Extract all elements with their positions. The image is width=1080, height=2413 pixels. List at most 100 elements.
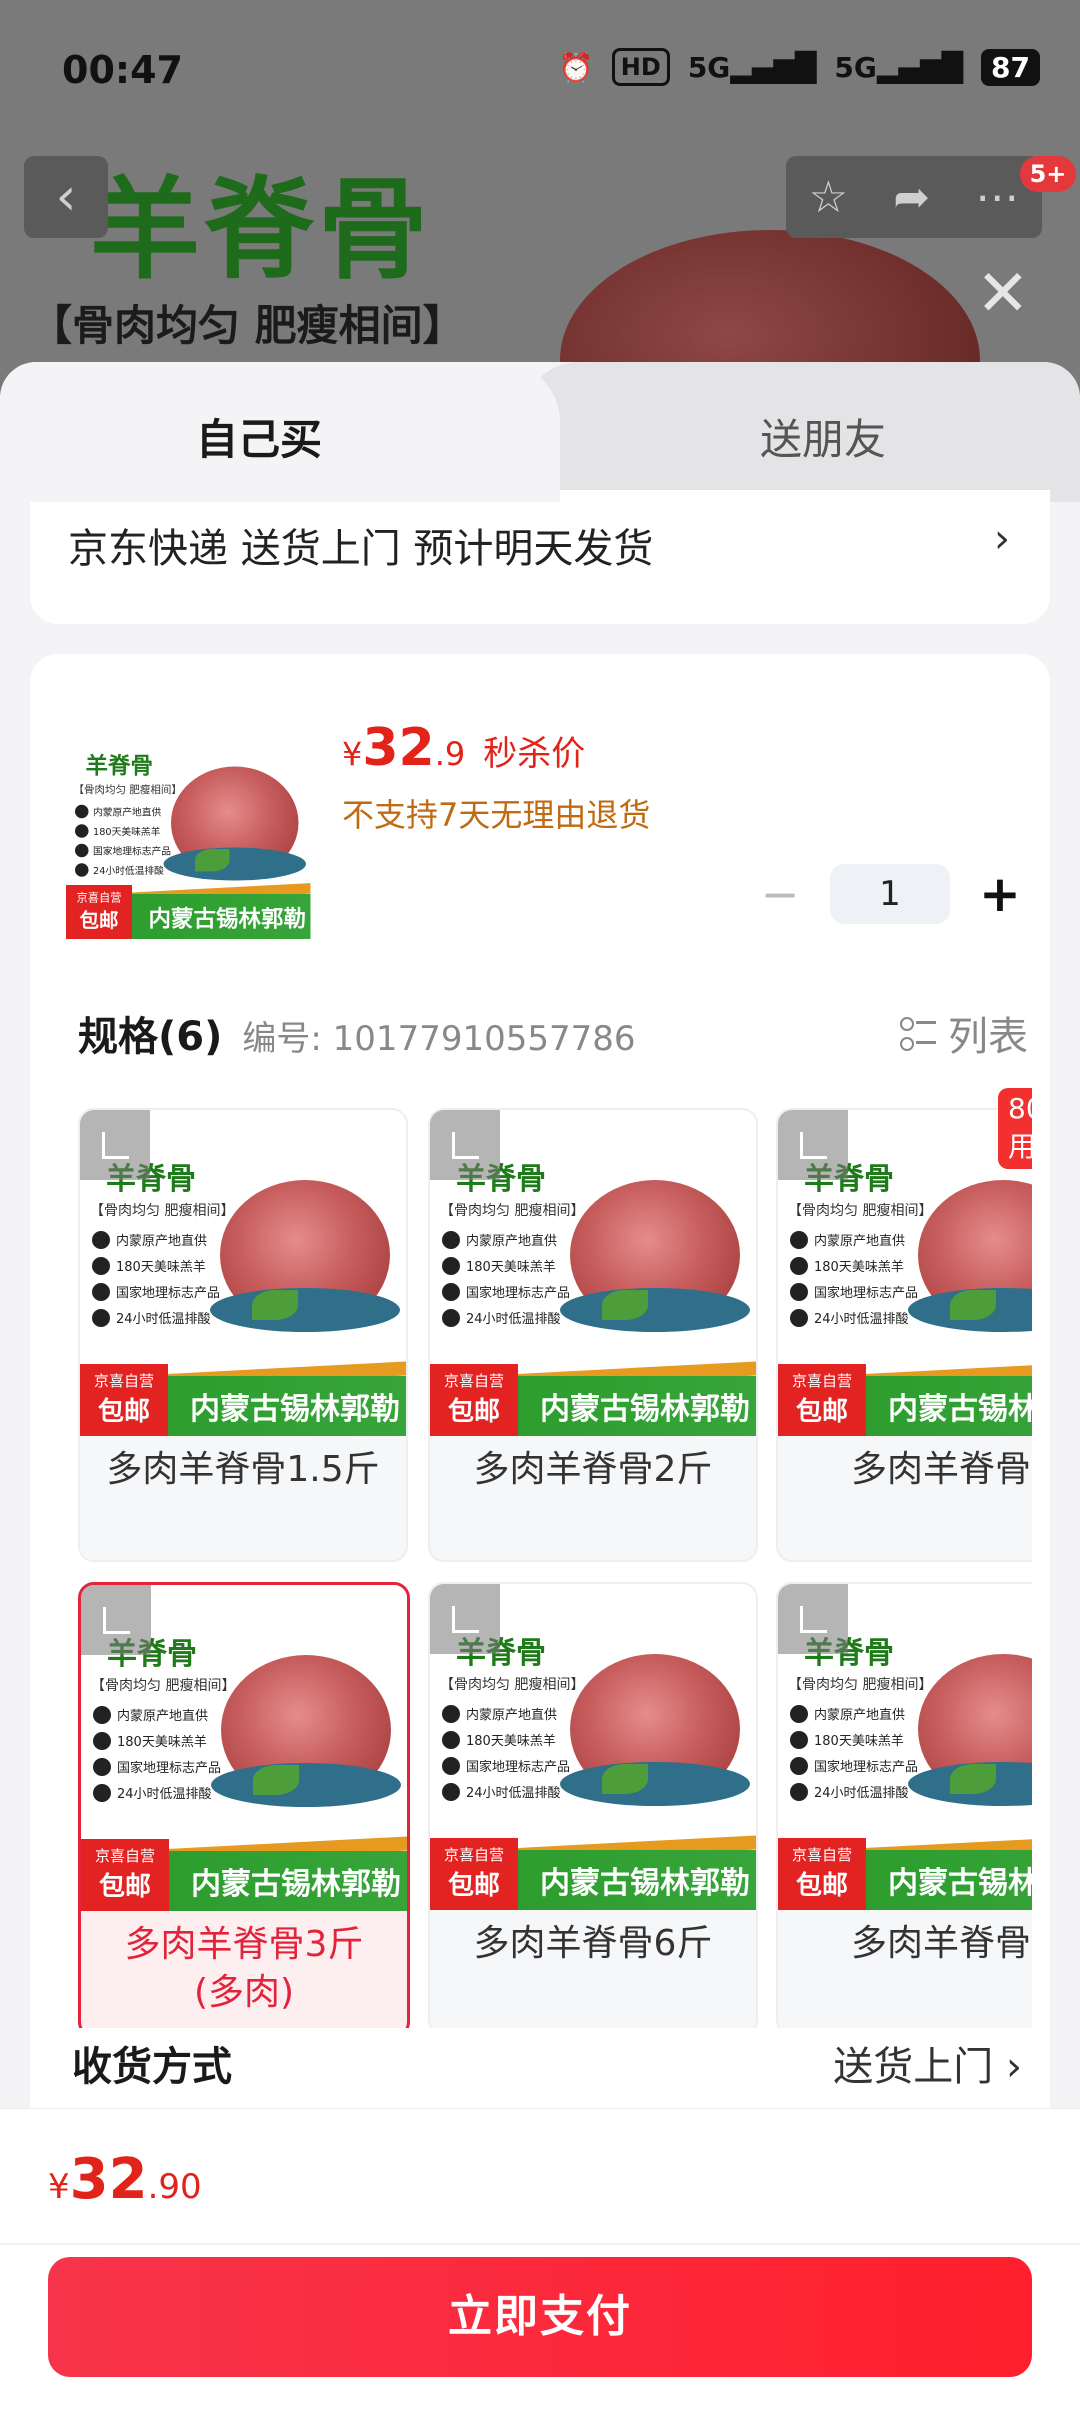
shipping-text: 京东快递 送货上门 预计明天发货 xyxy=(68,526,654,572)
thumb-feature-text: 24小时低温排酸 xyxy=(93,865,164,877)
jingxi-badge: 京喜自营 包邮 xyxy=(430,1364,518,1436)
image-origin: 内蒙古锡林郭勒 xyxy=(888,1392,1032,1427)
image-feature-text: 内蒙原产地直供 xyxy=(116,1234,208,1249)
minus-button[interactable]: − xyxy=(750,867,810,921)
spec-option[interactable]: 羊脊骨 【骨肉均匀 肥瘦相间】 内蒙原产地直供 180天美味羔羊 国家地理标志产… xyxy=(78,1108,408,1562)
image-feature-text: 24小时低温排酸 xyxy=(116,1312,211,1327)
back-button[interactable]: ‹ xyxy=(24,156,108,238)
sheep-icon xyxy=(790,1730,808,1749)
product-image: 羊脊骨 【骨肉均匀 肥瘦相间】 内蒙原产地直供 180天美味羔羊 国家地理标志产… xyxy=(430,1110,756,1436)
notification-badge: 5+ xyxy=(1020,156,1076,192)
signal-5g-icon: 5G▂▄▆█ xyxy=(687,50,817,84)
thermometer-icon xyxy=(790,1782,808,1801)
jingxi-badge-top: 京喜自营 xyxy=(443,1372,504,1390)
price-decimal: .9 xyxy=(434,735,466,773)
spec-option-label: 多肉羊脊骨1.5斤 xyxy=(106,1449,380,1490)
product-image: 羊脊骨 【骨肉均匀 肥瘦相间】 内蒙原产地直供 180天美味羔羊 国家地理标志产… xyxy=(430,1584,756,1910)
price-integer: 32 xyxy=(362,718,435,778)
more-icon[interactable]: ⋯ xyxy=(975,172,1019,223)
thumb-subtitle: 【骨肉均匀 肥瘦相间】 xyxy=(73,783,182,796)
spec-option[interactable]: 羊脊骨 【骨肉均匀 肥瘦相间】 内蒙原产地直供 180天美味羔羊 国家地理标志产… xyxy=(78,1582,410,2028)
chevron-right-icon: › xyxy=(994,516,1010,562)
spec-option-label: 多肉羊脊骨6斤 xyxy=(473,1923,713,1964)
image-feature: 国家地理标志产品 xyxy=(790,1756,918,1775)
price-row: ¥32.9 秒杀价 xyxy=(342,718,585,778)
thermometer-icon xyxy=(442,1308,460,1327)
product-thumbnail[interactable]: 羊脊骨 【骨肉均匀 肥瘦相间】 内蒙原产地直供 180天美味羔羊 国家地理标志产… xyxy=(66,714,311,940)
expand-icon[interactable] xyxy=(778,1584,848,1654)
share-icon[interactable]: ➦ xyxy=(893,172,930,223)
thermometer-icon xyxy=(75,862,89,877)
image-feature-text: 24小时低温排酸 xyxy=(117,1787,212,1802)
pay-now-button[interactable]: 立即支付 xyxy=(48,2257,1032,2377)
jingxi-badge-top: 京喜自营 xyxy=(93,1372,154,1390)
image-feature-text: 24小时低温排酸 xyxy=(466,1312,561,1327)
plate-image xyxy=(210,1288,400,1332)
image-feature: 国家地理标志产品 xyxy=(442,1756,570,1775)
quantity-input[interactable]: 1 xyxy=(830,864,950,924)
seal-icon xyxy=(92,1282,110,1301)
jingxi-badge: 京喜自营 包邮 xyxy=(66,885,132,939)
expand-icon[interactable] xyxy=(778,1110,848,1180)
thermometer-icon xyxy=(790,1308,808,1327)
image-feature-text: 24小时低温排酸 xyxy=(814,1786,909,1801)
star-icon[interactable]: ☆ xyxy=(809,172,848,223)
image-feature: 国家地理标志产品 xyxy=(790,1282,918,1301)
image-subtitle: 【骨肉均匀 肥瘦相间】 xyxy=(91,1678,236,1694)
spec-grid: 羊脊骨 【骨肉均匀 肥瘦相间】 内蒙原产地直供 180天美味羔羊 国家地理标志产… xyxy=(78,1088,1032,2028)
divider xyxy=(0,2243,1080,2245)
hd-icon: HD xyxy=(611,48,670,86)
spec-option-image: 羊脊骨 【骨肉均匀 肥瘦相间】 内蒙原产地直供 180天美味羔羊 国家地理标志产… xyxy=(778,1110,1032,1436)
image-feature-text: 国家地理标志产品 xyxy=(466,1286,571,1301)
shipping-method-row[interactable]: 收货方式 送货上门 › xyxy=(72,2034,1022,2092)
expand-icon[interactable] xyxy=(80,1110,150,1180)
image-feature-text: 国家地理标志产品 xyxy=(814,1760,919,1775)
spec-option[interactable]: 羊脊骨 【骨肉均匀 肥瘦相间】 内蒙原产地直供 180天美味羔羊 国家地理标志产… xyxy=(776,1108,1032,1562)
image-feature-text: 180天美味羔羊 xyxy=(814,1260,904,1275)
jingxi-badge-top: 京喜自营 xyxy=(76,891,122,905)
pin-icon xyxy=(442,1704,460,1723)
pin-icon xyxy=(442,1230,460,1249)
expand-icon[interactable] xyxy=(430,1110,500,1180)
sim2-label: 5G xyxy=(834,50,877,84)
thumbnail-image: 羊脊骨 【骨肉均匀 肥瘦相间】 内蒙原产地直供 180天美味羔羊 国家地理标志产… xyxy=(66,714,311,939)
spec-option[interactable]: 羊脊骨 【骨肉均匀 肥瘦相间】 内蒙原产地直供 180天美味羔羊 国家地理标志产… xyxy=(428,1582,758,2028)
thumb-feature-text: 内蒙原产地直供 xyxy=(93,807,162,819)
image-feature: 180天美味羔羊 xyxy=(790,1730,904,1749)
sheep-icon xyxy=(75,823,89,838)
plus-button[interactable]: + xyxy=(970,865,1030,923)
leaf-image xyxy=(252,1290,298,1320)
spec-option[interactable]: 羊脊骨 【骨肉均匀 肥瘦相间】 内蒙原产地直供 180天美味羔羊 国家地理标志产… xyxy=(428,1108,758,1562)
close-icon[interactable]: ✕ xyxy=(976,262,1030,326)
background-title: 羊脊骨 xyxy=(90,166,432,294)
seal-icon xyxy=(790,1756,808,1775)
leaf-image xyxy=(602,1764,648,1794)
thermometer-icon xyxy=(92,1308,110,1327)
spec-option[interactable]: 羊脊骨 【骨肉均匀 肥瘦相间】 内蒙原产地直供 180天美味羔羊 国家地理标志产… xyxy=(776,1582,1032,2028)
expand-icon[interactable] xyxy=(81,1585,151,1655)
product-image: 羊脊骨 【骨肉均匀 肥瘦相间】 内蒙原产地直供 180天美味羔羊 国家地理标志产… xyxy=(81,1585,407,1911)
shipping-info-row[interactable]: 京东快递 送货上门 预计明天发货 › xyxy=(30,490,1050,624)
tab-gift-label: 送朋友 xyxy=(760,415,887,464)
list-icon xyxy=(900,1015,936,1051)
image-feature-text: 内蒙原产地直供 xyxy=(814,1708,906,1723)
return-policy: 不支持7天无理由退货 xyxy=(342,796,651,834)
spec-option-image: 羊脊骨 【骨肉均匀 肥瘦相间】 内蒙原产地直供 180天美味羔羊 国家地理标志产… xyxy=(430,1584,756,1910)
promo-badge: 80%用 xyxy=(998,1088,1032,1169)
image-subtitle: 【骨肉均匀 肥瘦相间】 xyxy=(788,1677,933,1693)
list-view-toggle[interactable]: 列表 xyxy=(900,1004,1028,1062)
image-feature-text: 180天美味羔羊 xyxy=(466,1260,556,1275)
image-feature: 内蒙原产地直供 xyxy=(790,1704,905,1723)
total-price-integer: 32 xyxy=(69,2147,148,2212)
thumb-origin: 内蒙古锡林郭勒 xyxy=(148,906,307,933)
leaf-image xyxy=(950,1290,996,1320)
tab-gift[interactable]: 送朋友 xyxy=(520,362,1080,502)
signal-5g-2-icon: 5G▂▄▆█ xyxy=(834,50,964,84)
expand-icon[interactable] xyxy=(430,1584,500,1654)
seal-icon xyxy=(442,1282,460,1301)
tab-bar: 送朋友 自己买 xyxy=(0,362,1080,502)
tab-self[interactable]: 自己买 xyxy=(0,362,560,502)
sim1-label: 5G xyxy=(687,50,731,84)
sheep-icon xyxy=(92,1256,110,1275)
jingxi-badge: 京喜自营 包邮 xyxy=(778,1364,866,1436)
